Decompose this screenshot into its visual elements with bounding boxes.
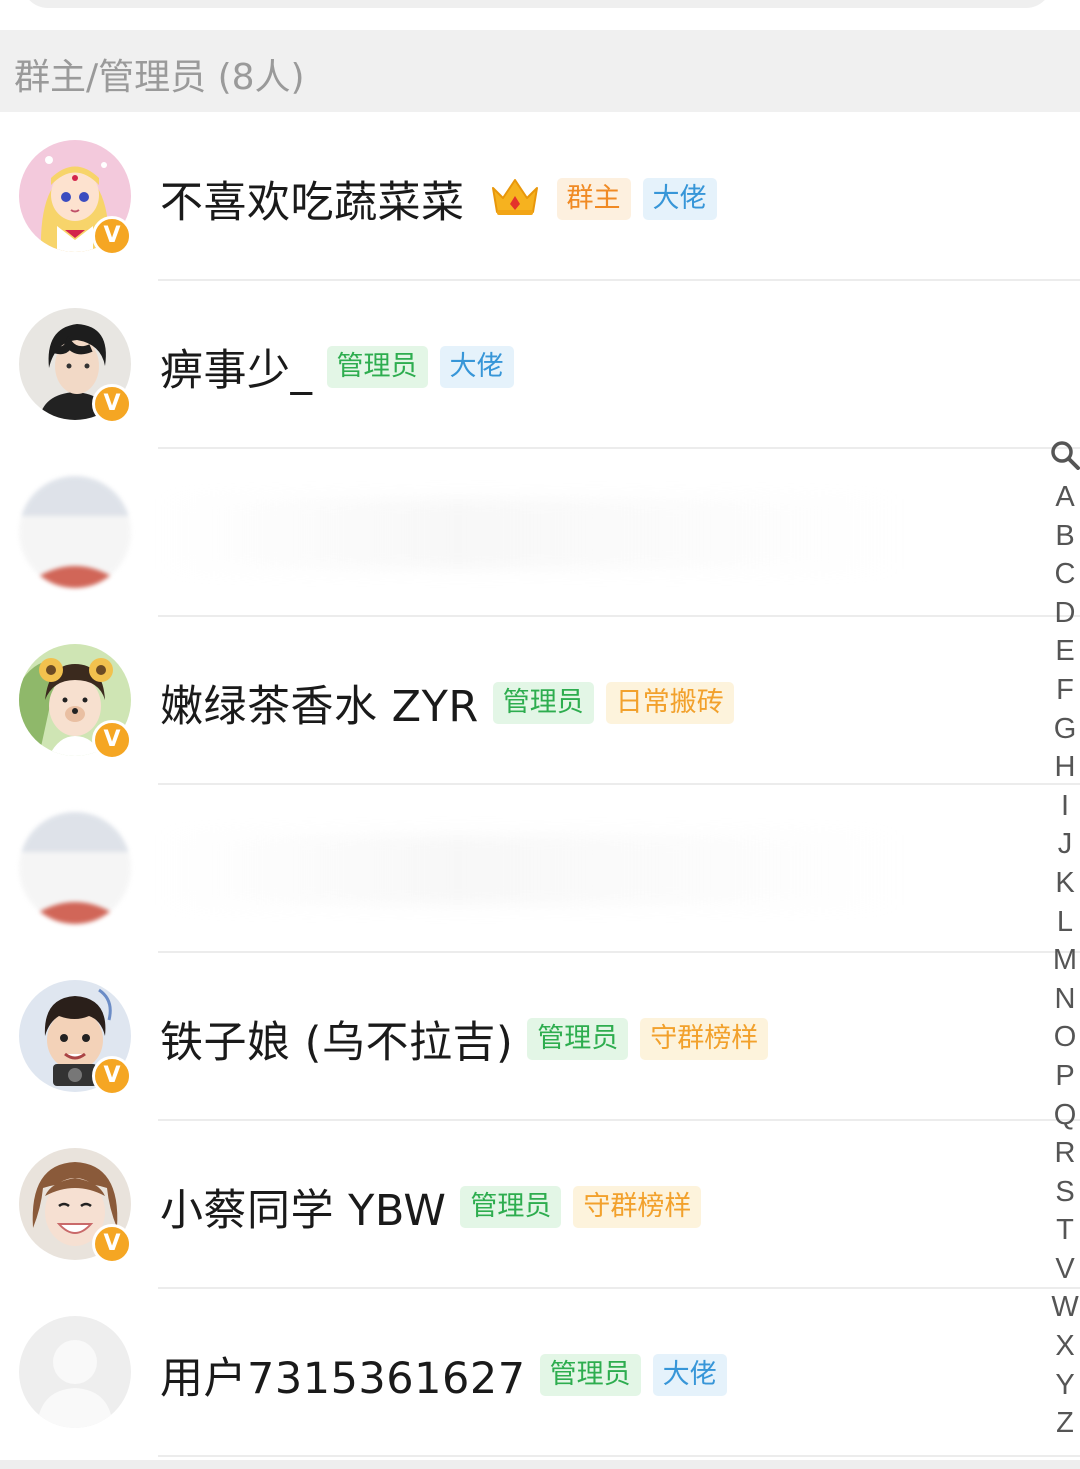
member-name[interactable]: 痹事少_	[160, 336, 313, 398]
index-search-icon[interactable]	[1050, 432, 1080, 478]
avatar[interactable]	[19, 1316, 131, 1428]
index-letter-w[interactable]: W	[1050, 1288, 1080, 1327]
redacted-name-area	[160, 835, 900, 905]
index-letter-e[interactable]: E	[1050, 632, 1080, 671]
index-letter-y[interactable]: Y	[1050, 1366, 1080, 1405]
member-row[interactable]: V 不喜欢吃蔬菜菜 群主 大佬	[0, 113, 1080, 281]
index-letter-b[interactable]: B	[1050, 517, 1080, 556]
bottom-divider	[0, 1460, 1080, 1469]
member-name-line: 痹事少_ 管理员 大佬	[160, 336, 526, 398]
verified-badge-letter: V	[103, 223, 121, 248]
member-name[interactable]: 小蔡同学 YBW	[160, 1176, 446, 1238]
verified-v-badge-icon: V	[92, 384, 132, 424]
member-tag-admin: 管理员	[492, 682, 594, 724]
index-letter-j[interactable]: J	[1050, 825, 1080, 864]
member-name[interactable]: 用户7315361627	[160, 1344, 526, 1406]
index-letter-o[interactable]: O	[1050, 1018, 1080, 1057]
member-tag-gold: 守群榜样	[573, 1186, 702, 1228]
member-row[interactable]	[0, 449, 1080, 617]
crown-icon	[479, 176, 557, 222]
index-letter-l[interactable]: L	[1050, 903, 1080, 942]
row-divider	[158, 1455, 1080, 1457]
verified-v-badge-icon: V	[92, 1056, 132, 1096]
verified-v-badge-icon: V	[92, 720, 132, 760]
index-letter-v[interactable]: V	[1050, 1250, 1080, 1289]
index-letter-c[interactable]: C	[1050, 555, 1080, 594]
member-tag-boss: 大佬	[642, 178, 717, 220]
member-tag-admin: 管理员	[460, 1186, 562, 1228]
member-name-line: 铁子娘 (乌不拉吉) 管理员 守群榜样	[160, 1008, 780, 1070]
index-letter-h[interactable]: H	[1050, 748, 1080, 787]
member-row[interactable]: V 痹事少_ 管理员 大佬	[0, 281, 1080, 449]
redacted-name-area	[160, 499, 900, 569]
member-row[interactable]: V 嫩绿茶香水 ZYR 管理员 日常搬砖	[0, 617, 1080, 785]
index-letter-z[interactable]: Z	[1050, 1404, 1080, 1443]
index-letter-r[interactable]: R	[1050, 1134, 1080, 1173]
member-name-line: 嫩绿茶香水 ZYR 管理员 日常搬砖	[160, 672, 746, 734]
member-list: V 不喜欢吃蔬菜菜 群主 大佬 V 痹事少_ 管理员 大佬 V 嫩绿茶香水 ZYR 管理员 日常搬砖 V…	[0, 113, 1080, 1457]
member-name[interactable]: 嫩绿茶香水 ZYR	[160, 672, 479, 734]
verified-v-badge-icon: V	[92, 1224, 132, 1264]
index-letter-p[interactable]: P	[1050, 1057, 1080, 1096]
section-title: 群主/管理员 (8人)	[14, 57, 305, 98]
index-letter-a[interactable]: A	[1050, 478, 1080, 517]
verified-badge-letter: V	[103, 391, 121, 416]
index-letter-s[interactable]: S	[1050, 1173, 1080, 1212]
index-letter-d[interactable]: D	[1050, 594, 1080, 633]
member-name-line: 用户7315361627 管理员 大佬	[160, 1344, 739, 1406]
member-tag-admin: 管理员	[326, 346, 428, 388]
alphabet-index[interactable]: ABCDEFGHIJKLMNOPQRSTVWXYZ	[1050, 432, 1080, 1443]
index-letter-q[interactable]: Q	[1050, 1096, 1080, 1135]
avatar[interactable]	[19, 812, 131, 924]
member-row[interactable]	[0, 785, 1080, 953]
member-tag-gold: 守群榜样	[640, 1018, 769, 1060]
verified-badge-letter: V	[103, 1063, 121, 1088]
index-letter-k[interactable]: K	[1050, 864, 1080, 903]
index-letter-t[interactable]: T	[1050, 1211, 1080, 1250]
member-tag-boss: 大佬	[439, 346, 514, 388]
index-letter-g[interactable]: G	[1050, 710, 1080, 749]
member-tag-boss: 大佬	[652, 1354, 727, 1396]
member-row[interactable]: V 铁子娘 (乌不拉吉) 管理员 守群榜样	[0, 953, 1080, 1121]
member-tag-owner: 群主	[556, 178, 631, 220]
member-name-line: 小蔡同学 YBW 管理员 守群榜样	[160, 1176, 713, 1238]
index-letter-i[interactable]: I	[1050, 787, 1080, 826]
avatar[interactable]	[19, 476, 131, 588]
top-search-bar-edge	[0, 0, 1080, 30]
member-tag-gold: 日常搬砖	[605, 682, 734, 724]
index-letter-f[interactable]: F	[1050, 671, 1080, 710]
member-name[interactable]: 不喜欢吃蔬菜菜	[160, 168, 465, 230]
member-name[interactable]: 铁子娘 (乌不拉吉)	[160, 1008, 513, 1070]
member-row[interactable]: V 小蔡同学 YBW 管理员 守群榜样	[0, 1121, 1080, 1289]
index-letter-x[interactable]: X	[1050, 1327, 1080, 1366]
verified-badge-letter: V	[103, 1231, 121, 1256]
member-tag-admin: 管理员	[539, 1354, 641, 1396]
verified-v-badge-icon: V	[92, 216, 132, 256]
member-tag-admin: 管理员	[527, 1018, 629, 1060]
member-name-line: 不喜欢吃蔬菜菜 群主 大佬	[160, 168, 729, 230]
verified-badge-letter: V	[103, 727, 121, 752]
index-letter-n[interactable]: N	[1050, 980, 1080, 1019]
member-row[interactable]: 用户7315361627 管理员 大佬	[0, 1289, 1080, 1457]
section-header: 群主/管理员 (8人)	[0, 30, 1080, 112]
index-letter-m[interactable]: M	[1050, 941, 1080, 980]
